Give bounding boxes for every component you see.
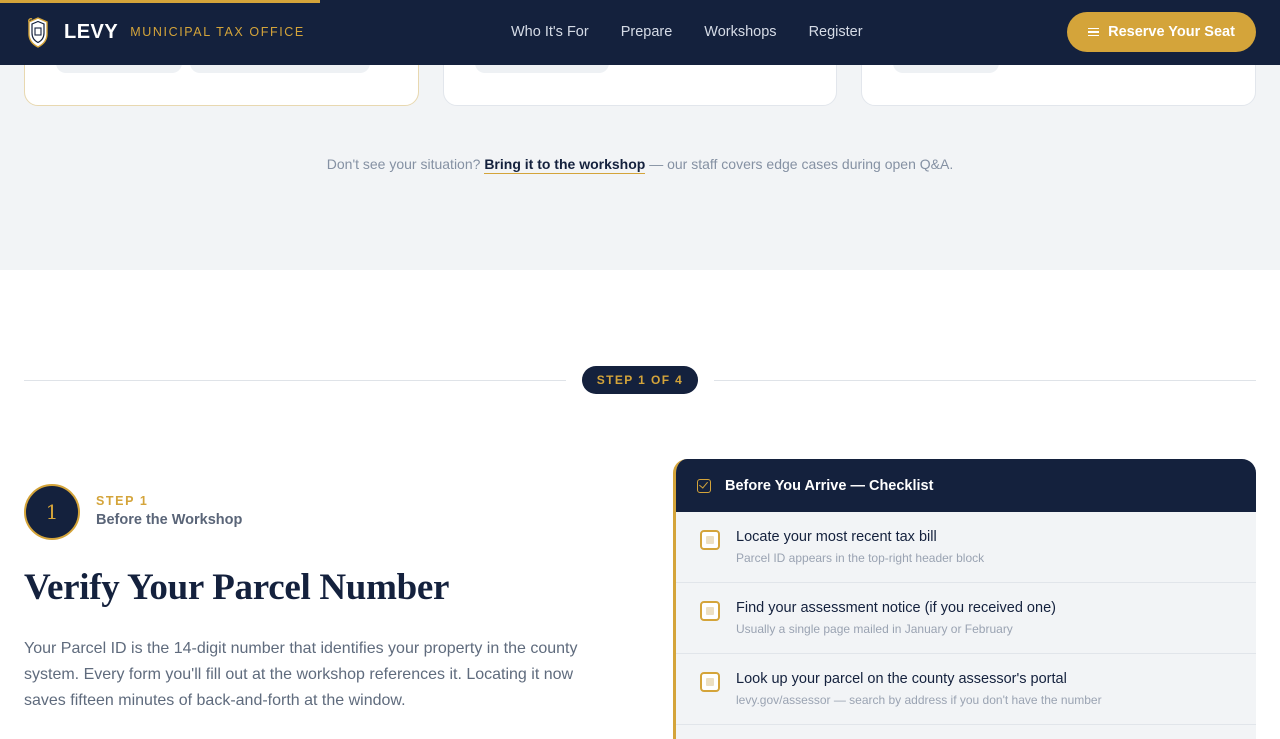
checklist-item[interactable]: Look up your parcel on the county assess… [676,654,1256,725]
step-headline: Verify Your Parcel Number [24,567,450,608]
step-subtitle: Before the Workshop [96,512,243,528]
checkbox-checked-icon [697,478,711,493]
checklist-item-note: Parcel ID appears in the top-right heade… [736,551,985,565]
step-number-circle: 1 [24,484,80,540]
checklist-item-label: Look up your parcel on the county assess… [736,671,1067,687]
checklist-checkbox[interactable] [700,601,720,621]
checklist-item-note: Usually a single page mailed in January … [736,622,1013,636]
step-body: Your Parcel ID is the 14-digit number th… [24,640,578,709]
checklist-item-label: Locate your most recent tax bill [736,529,937,545]
reserve-seat-button[interactable]: Reserve Your Seat [1067,12,1256,52]
brand-name: LEVY [64,20,119,43]
nav-prepare[interactable]: Prepare [621,24,673,40]
checklist-item-note: levy.gov/assessor — search by address if… [736,693,1102,707]
scroll-progress-bar [0,0,320,3]
list-icon [1088,27,1100,37]
brand-subtitle: MUNICIPAL TAX OFFICE [130,25,305,39]
step-kicker: STEP 1 [96,494,149,508]
divider-right [714,380,1256,381]
top-navbar: LEVY MUNICIPAL TAX OFFICE Who It's For P… [0,0,1280,65]
crest-logo-icon [28,17,48,48]
situation-prefix: Don't see your situation? [326,156,481,172]
nav-who-its-for[interactable]: Who It's For [511,24,589,40]
step-progress-badge: STEP 1 OF 4 [582,366,698,394]
main-nav: Who It's For Prepare Workshops Register [511,24,863,40]
nav-workshops[interactable]: Workshops [704,24,776,40]
checklist-header: Before You Arrive — Checklist [676,459,1256,512]
checklist-title: Before You Arrive — Checklist [725,477,934,494]
reserve-seat-label: Reserve Your Seat [1108,24,1235,40]
before-you-arrive-checklist: Before You Arrive — Checklist Locate you… [673,459,1256,739]
checklist-item-label: Find your assessment notice (if you rece… [736,600,1056,616]
nav-register[interactable]: Register [809,24,863,40]
checklist-checkbox[interactable] [700,530,720,550]
situation-suffix: — our staff covers edge cases during ope… [649,156,954,172]
bring-to-workshop-link[interactable]: Bring it to the workshop [484,156,646,174]
brand[interactable]: LEVY MUNICIPAL TAX OFFICE [26,16,305,48]
checklist-item[interactable]: Find your assessment notice (if you rece… [676,583,1256,654]
divider-left [24,380,566,381]
checklist-checkbox[interactable] [700,672,720,692]
situation-note: Don't see your situation? Bring it to th… [0,156,1280,174]
checklist-item[interactable]: Locate your most recent tax bill Parcel … [676,512,1256,583]
